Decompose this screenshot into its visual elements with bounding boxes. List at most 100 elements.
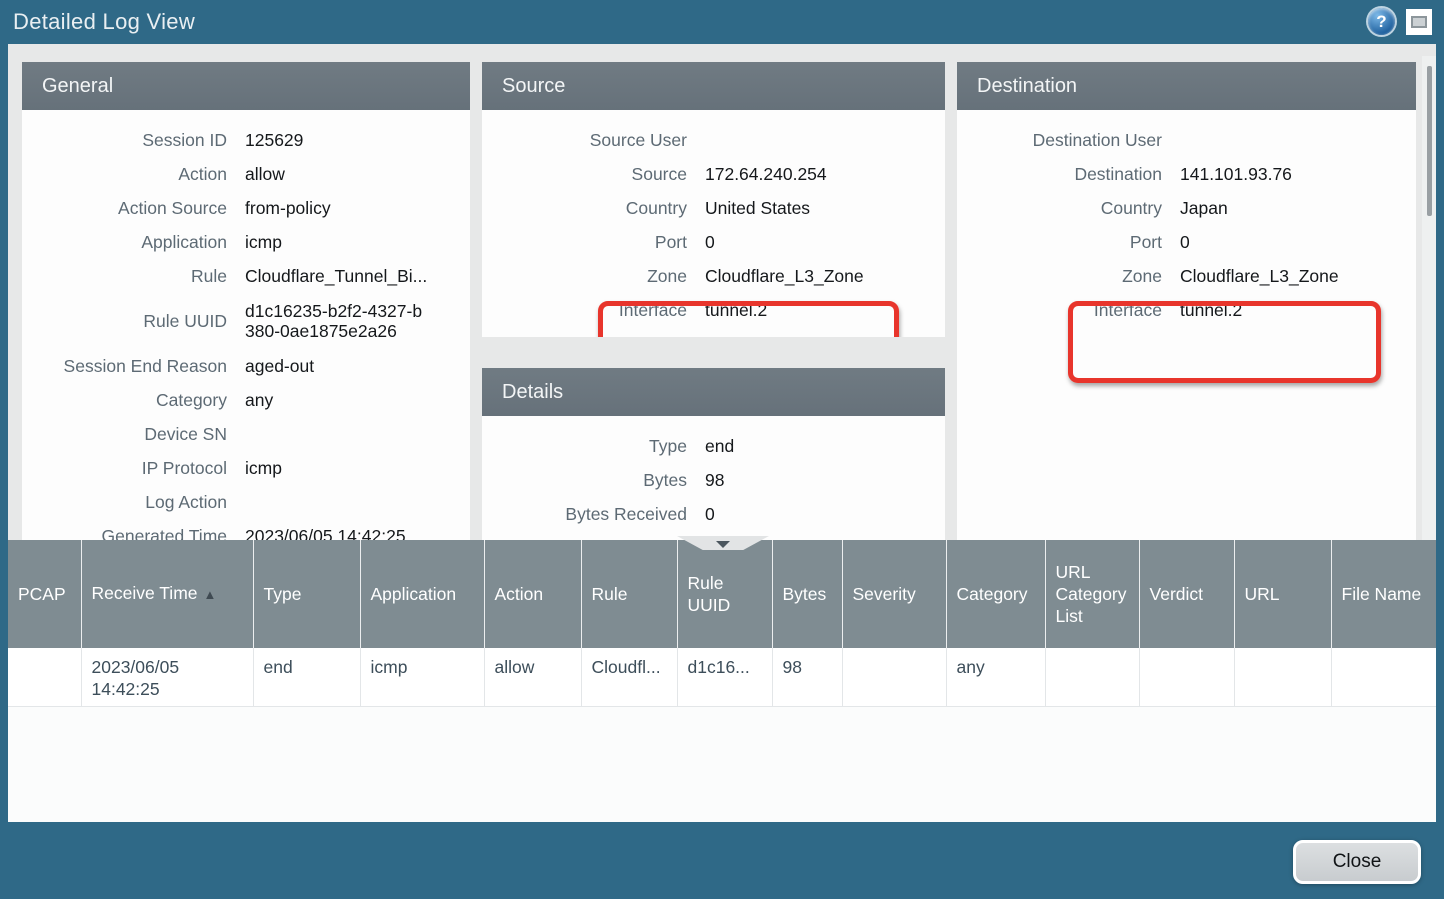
scrollbar-thumb[interactable] <box>1427 66 1432 216</box>
column-header-label: Rule UUID <box>688 573 731 615</box>
log-table: PCAP Receive Time▲ Type Application Acti… <box>8 540 1436 707</box>
panel-source-header: Source <box>482 62 945 110</box>
panel-source-body: Source User Source172.64.240.254 Country… <box>482 110 945 337</box>
field-row-destination-zone: ZoneCloudflare_L3_Zone <box>957 259 1416 293</box>
field-row-rule: Rule Cloudflare_Tunnel_Bi... <box>22 259 470 293</box>
field-row-ip-protocol: IP Protocol icmp <box>22 451 470 485</box>
cell-action: allow <box>484 648 581 706</box>
field-row-destination-interface: Interface tunnel.2 <box>957 293 1416 327</box>
column-header-label: URL <box>1245 584 1280 604</box>
field-label: Zone <box>482 266 687 286</box>
field-value: 172.64.240.254 <box>705 164 827 184</box>
field-value: Cloudflare_L3_Zone <box>1180 266 1339 286</box>
column-header-application[interactable]: Application <box>360 540 484 648</box>
column-header-type[interactable]: Type <box>253 540 360 648</box>
column-header-bytes[interactable]: Bytes <box>772 540 842 648</box>
field-label: Session ID <box>22 130 227 150</box>
field-value: end <box>705 436 734 456</box>
log-table-row[interactable]: 2023/06/05 14:42:25 end icmp allow Cloud… <box>8 648 1436 706</box>
dialog-title: Detailed Log View <box>13 9 195 35</box>
cell-receive-time: 2023/06/05 14:42:25 <box>81 648 253 706</box>
field-row-category: Category any <box>22 383 470 417</box>
field-value: 125629 <box>245 130 303 150</box>
field-value: 98 <box>705 470 724 490</box>
column-header-label: File Name <box>1342 584 1422 604</box>
scrollbar-track[interactable] <box>1422 56 1436 540</box>
field-label: Action <box>22 164 227 184</box>
field-row-destination: Destination141.101.93.76 <box>957 157 1416 191</box>
field-value: 0 <box>705 232 715 252</box>
field-label: Source User <box>482 130 687 150</box>
field-row-device-sn: Device SN <box>22 417 470 451</box>
column-header-verdict[interactable]: Verdict <box>1139 540 1234 648</box>
field-row-log-action: Log Action <box>22 485 470 519</box>
column-header-pcap[interactable]: PCAP <box>8 540 81 648</box>
log-table-section: PCAP Receive Time▲ Type Application Acti… <box>8 540 1436 822</box>
field-label: Destination User <box>957 130 1162 150</box>
field-value: United States <box>705 198 810 218</box>
help-glyph: ? <box>1376 12 1386 32</box>
column-header-url[interactable]: URL <box>1234 540 1331 648</box>
panel-general: General Session ID 125629 Actionallow Act… <box>22 62 470 540</box>
field-label: Port <box>957 232 1162 252</box>
cell-severity <box>842 648 946 706</box>
field-label: Destination <box>957 164 1162 184</box>
cell-bytes: 98 <box>772 648 842 706</box>
sort-ascending-icon: ▲ <box>204 587 217 602</box>
column-header-receive-time[interactable]: Receive Time▲ <box>81 540 253 648</box>
column-header-action[interactable]: Action <box>484 540 581 648</box>
column-header-severity[interactable]: Severity <box>842 540 946 648</box>
column-header-label: PCAP <box>18 584 66 604</box>
detail-panels-pane: General Session ID 125629 Actionallow Act… <box>8 44 1436 540</box>
cell-application: icmp <box>360 648 484 706</box>
field-value: any <box>245 390 273 410</box>
window-icon[interactable] <box>1406 9 1432 35</box>
cell-url <box>1234 648 1331 706</box>
field-value: Cloudflare_Tunnel_Bi... <box>245 266 427 286</box>
column-header-file-name[interactable]: File Name <box>1331 540 1436 648</box>
field-row-bytes: Bytes98 <box>482 463 945 497</box>
panel-details-body: Typeend Bytes98 Bytes Received0 <box>482 416 945 540</box>
column-header-rule[interactable]: Rule <box>581 540 677 648</box>
field-label: Country <box>482 198 687 218</box>
column-header-url-category-list[interactable]: URL Category List <box>1045 540 1139 648</box>
field-value: tunnel.2 <box>1180 300 1242 320</box>
field-label: IP Protocol <box>22 458 227 478</box>
field-value: Cloudflare_L3_Zone <box>705 266 864 286</box>
field-row-rule-uuid: Rule UUIDd1c16235-b2f2-4327-b380-0ae1875… <box>22 293 470 349</box>
splitter-down-arrow-icon <box>716 541 730 548</box>
field-row-bytes-received: Bytes Received0 <box>482 497 945 531</box>
field-label: Action Source <box>22 198 227 218</box>
panel-general-body: Session ID 125629 Actionallow Action Sour… <box>22 110 470 540</box>
help-icon[interactable]: ? <box>1368 8 1395 35</box>
field-row-session-end-reason: Session End Reasonaged-out <box>22 349 470 383</box>
close-button[interactable]: Close <box>1293 840 1421 884</box>
field-value: icmp <box>245 458 282 478</box>
field-label: Category <box>22 390 227 410</box>
field-row-source-zone: Zone Cloudflare_L3_Zone <box>482 259 945 293</box>
field-row-action: Actionallow <box>22 157 470 191</box>
field-label: Rule <box>22 266 227 286</box>
cell-verdict <box>1139 648 1234 706</box>
field-label: Port <box>482 232 687 252</box>
field-row-session-id: Session ID 125629 <box>22 123 470 157</box>
field-row-source-interface: Interfacetunnel.2 <box>482 293 945 327</box>
field-label: Interface <box>957 300 1162 320</box>
field-value: from-policy <box>245 198 331 218</box>
field-value: 0 <box>705 504 715 524</box>
field-label: Country <box>957 198 1162 218</box>
column-header-category[interactable]: Category <box>946 540 1045 648</box>
field-row-destination-country: Country Japan <box>957 191 1416 225</box>
panel-general-header: General <box>22 62 470 110</box>
cell-pcap <box>8 648 81 706</box>
field-label: Session End Reason <box>22 356 227 376</box>
cell-file-name <box>1331 648 1436 706</box>
field-value: Japan <box>1180 198 1228 218</box>
column-header-rule-uuid[interactable]: Rule UUID <box>677 540 772 648</box>
detailed-log-view-dialog: Detailed Log View ? General Session ID 12… <box>0 0 1444 899</box>
cell-rule-uuid: d1c16... <box>677 648 772 706</box>
column-header-label: Type <box>264 584 302 604</box>
column-header-label: Severity <box>853 584 916 604</box>
titlebar: Detailed Log View ? <box>0 0 1444 44</box>
field-value: icmp <box>245 232 282 252</box>
